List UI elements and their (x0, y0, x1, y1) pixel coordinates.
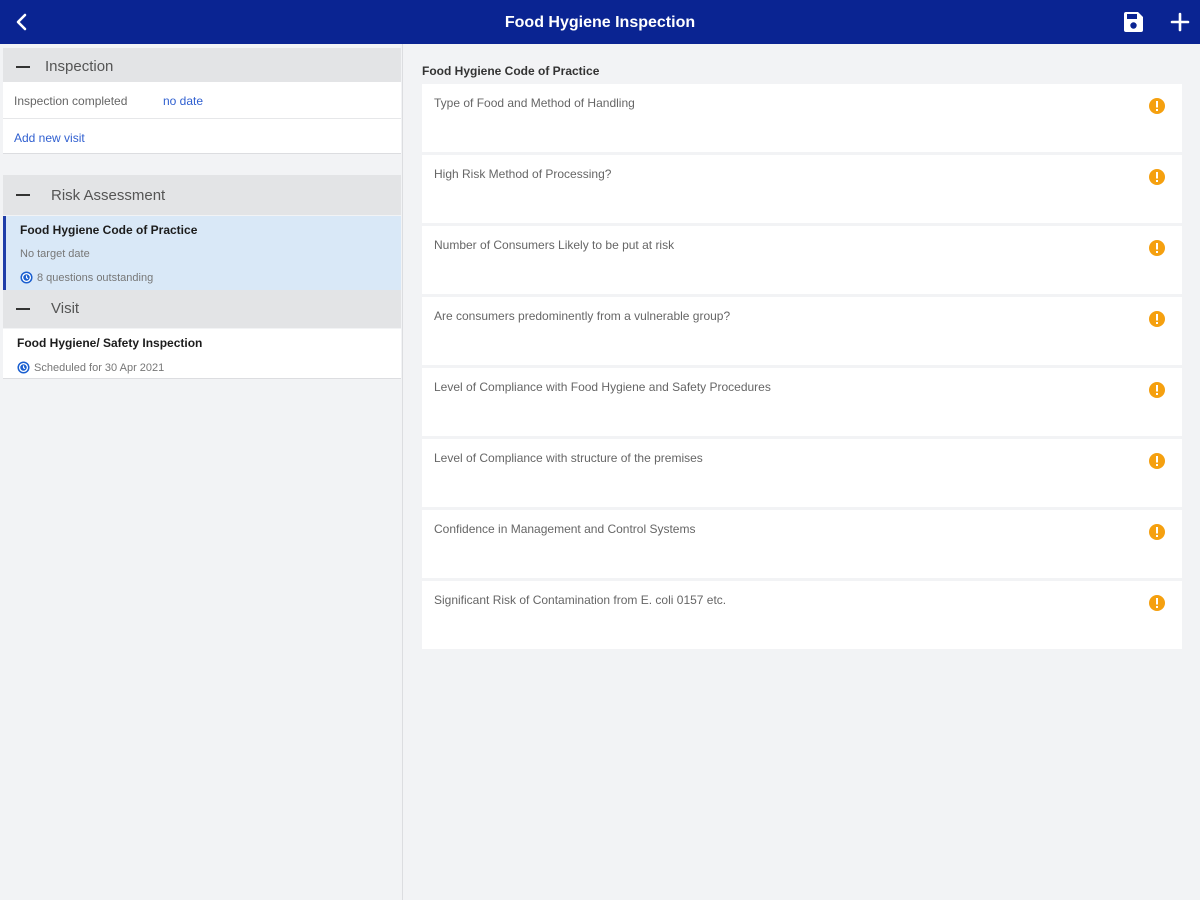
visit-item[interactable]: Food Hygiene/ Safety Inspection Schedule… (3, 329, 401, 379)
inspection-completed-date-link[interactable]: no date (163, 94, 203, 108)
add-icon[interactable] (1168, 10, 1192, 34)
clock-icon (17, 361, 30, 374)
add-new-visit-link[interactable]: Add new visit (14, 131, 85, 145)
collapse-icon (16, 194, 30, 196)
question-card[interactable]: Confidence in Management and Control Sys… (422, 510, 1182, 578)
detail-panel: Food Hygiene Code of Practice Type of Fo… (404, 44, 1200, 900)
question-card[interactable]: Number of Consumers Likely to be put at … (422, 226, 1182, 294)
inspection-section-header[interactable]: Inspection (3, 48, 401, 86)
question-text: Confidence in Management and Control Sys… (434, 522, 696, 536)
question-text: Are consumers predominently from a vulne… (434, 309, 731, 323)
clock-icon (20, 271, 33, 284)
visit-status: Scheduled for 30 Apr 2021 (17, 361, 164, 374)
left-panel: Inspection Inspection completed no date … (0, 44, 403, 900)
detail-heading: Food Hygiene Code of Practice (422, 64, 600, 78)
risk-assessment-item[interactable]: Food Hygiene Code of Practice No target … (3, 216, 401, 290)
risk-assessment-status: 8 questions outstanding (20, 271, 153, 284)
question-text: Level of Compliance with structure of th… (434, 451, 703, 465)
warning-icon (1149, 98, 1165, 114)
warning-icon (1149, 311, 1165, 327)
risk-assessment-target-date: No target date (20, 248, 90, 260)
risk-assessment-section-header[interactable]: Risk Assessment (3, 175, 401, 215)
risk-assessment-status-text: 8 questions outstanding (37, 272, 154, 284)
visit-section-header[interactable]: Visit (3, 290, 401, 328)
question-card[interactable]: Level of Compliance with structure of th… (422, 439, 1182, 507)
warning-icon (1149, 382, 1165, 398)
visit-status-text: Scheduled for 30 Apr 2021 (34, 362, 165, 374)
inspection-details: Inspection completed no date Add new vis… (3, 82, 401, 154)
question-card[interactable]: High Risk Method of Processing? (422, 155, 1182, 223)
visit-section-label: Visit (51, 300, 80, 317)
warning-icon (1149, 524, 1165, 540)
app-header: Food Hygiene Inspection (0, 0, 1200, 44)
warning-icon (1149, 240, 1165, 256)
inspection-completed-row: Inspection completed no date (3, 82, 401, 119)
question-card[interactable]: Level of Compliance with Food Hygiene an… (422, 368, 1182, 436)
question-text: Significant Risk of Contamination from E… (434, 593, 727, 607)
page-title: Food Hygiene Inspection (504, 14, 696, 31)
question-text: Number of Consumers Likely to be put at … (434, 238, 675, 252)
save-icon[interactable] (1122, 11, 1144, 33)
question-card[interactable]: Significant Risk of Contamination from E… (422, 581, 1182, 649)
collapse-icon (16, 66, 30, 68)
warning-icon (1149, 595, 1165, 611)
inspection-section-label: Inspection (45, 58, 114, 75)
collapse-icon (16, 308, 30, 310)
visit-item-title: Food Hygiene/ Safety Inspection (17, 336, 203, 350)
warning-icon (1149, 453, 1165, 469)
risk-assessment-item-title: Food Hygiene Code of Practice (20, 223, 198, 237)
question-text: Level of Compliance with Food Hygiene an… (434, 380, 771, 394)
question-card[interactable]: Type of Food and Method of Handling (422, 84, 1182, 152)
inspection-completed-label: Inspection completed (14, 94, 128, 108)
question-text: High Risk Method of Processing? (434, 167, 612, 181)
risk-assessment-section-label: Risk Assessment (51, 187, 166, 204)
question-card[interactable]: Are consumers predominently from a vulne… (422, 297, 1182, 365)
question-text: Type of Food and Method of Handling (434, 96, 635, 110)
warning-icon (1149, 169, 1165, 185)
